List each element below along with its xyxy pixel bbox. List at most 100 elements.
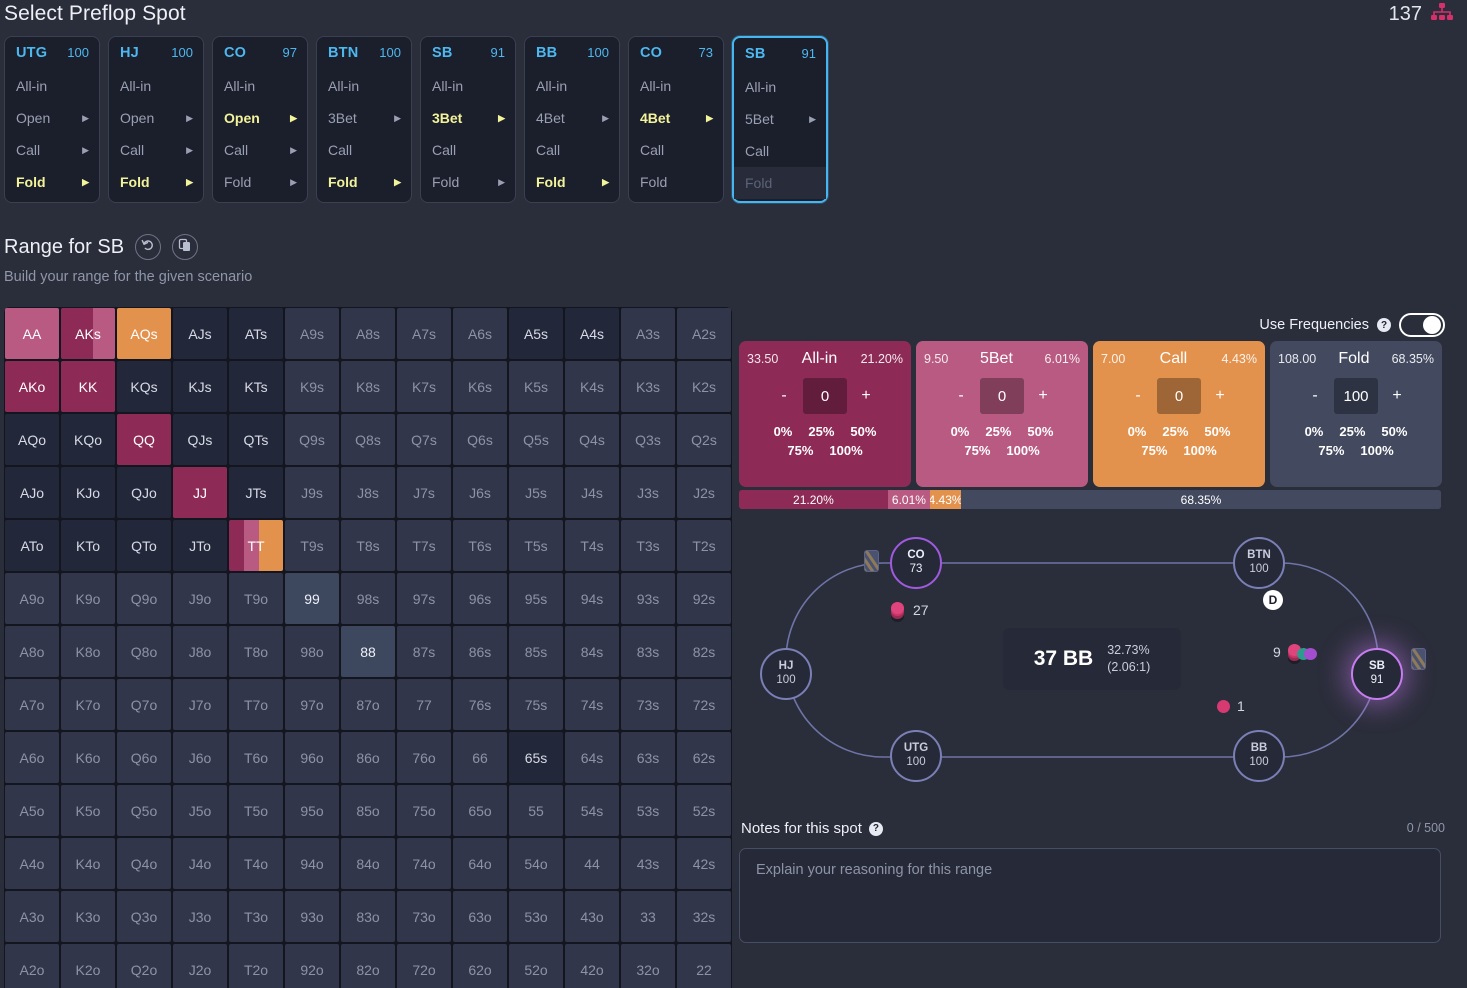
range-cell-72s[interactable]: 72s (677, 679, 731, 730)
frequency-value[interactable]: 0 (980, 378, 1024, 414)
range-cell-K2o[interactable]: K2o (61, 944, 115, 988)
spot-action-call[interactable]: Call▶ (213, 134, 307, 166)
spot-action-fold[interactable]: Fold▶ (317, 166, 411, 198)
spot-action-call[interactable]: Call▶ (421, 134, 515, 166)
range-cell-J9o[interactable]: J9o (173, 573, 227, 624)
quick-percent-50[interactable]: 50% (1027, 424, 1053, 439)
range-cell-T6o[interactable]: T6o (229, 732, 283, 783)
range-cell-A3s[interactable]: A3s (621, 308, 675, 359)
range-cell-97s[interactable]: 97s (397, 573, 451, 624)
spot-card-bb-5[interactable]: BB 100 All-in▶ 4Bet ▶ Call▶ Fold ▶ (524, 36, 620, 203)
range-cell-72o[interactable]: 72o (397, 944, 451, 988)
range-cell-62s[interactable]: 62s (677, 732, 731, 783)
range-cell-Q2o[interactable]: Q2o (117, 944, 171, 988)
table-seat-utg[interactable]: UTG 100 (890, 730, 942, 782)
range-cell-T2s[interactable]: T2s (677, 520, 731, 571)
spot-action-fold[interactable]: Fold▶ (629, 166, 723, 198)
range-cell-76o[interactable]: 76o (397, 732, 451, 783)
range-cell-K8s[interactable]: K8s (341, 361, 395, 412)
range-cell-J7o[interactable]: J7o (173, 679, 227, 730)
spot-action-fold[interactable]: Fold▶ (421, 166, 515, 198)
spot-action-3bet[interactable]: 3Bet ▶ (317, 102, 411, 134)
range-grid[interactable]: AA AKs AQs AJs ATs A9s A8s A7s A6s A5s A4s A3s A2s AK… (4, 307, 732, 988)
range-cell-52s[interactable]: 52s (677, 785, 731, 836)
range-cell-A4o[interactable]: A4o (5, 838, 59, 889)
range-cell-K3s[interactable]: K3s (621, 361, 675, 412)
range-cell-J3s[interactable]: J3s (621, 467, 675, 518)
range-cell-J3o[interactable]: J3o (173, 891, 227, 942)
range-cell-63s[interactable]: 63s (621, 732, 675, 783)
spot-card-utg-0[interactable]: UTG 100 All-in▶ Open ▶ Call ▶ Fold ▶ (4, 36, 100, 203)
quick-percent-75[interactable]: 75% (1141, 443, 1167, 458)
spot-action-fold[interactable]: Fold▶ (109, 166, 203, 198)
spot-action-4bet[interactable]: 4Bet ▶ (629, 102, 723, 134)
quick-percent-75[interactable]: 75% (964, 443, 990, 458)
range-cell-83s[interactable]: 83s (621, 626, 675, 677)
range-cell-T8o[interactable]: T8o (229, 626, 283, 677)
range-cell-KK[interactable]: KK (61, 361, 115, 412)
range-cell-Q7o[interactable]: Q7o (117, 679, 171, 730)
range-cell-85o[interactable]: 85o (341, 785, 395, 836)
range-cell-A6o[interactable]: A6o (5, 732, 59, 783)
range-cell-K5o[interactable]: K5o (61, 785, 115, 836)
range-cell-A9s[interactable]: A9s (285, 308, 339, 359)
range-cell-T8s[interactable]: T8s (341, 520, 395, 571)
range-cell-K6s[interactable]: K6s (453, 361, 507, 412)
range-cell-A7o[interactable]: A7o (5, 679, 59, 730)
range-cell-KJo[interactable]: KJo (61, 467, 115, 518)
table-seat-hj[interactable]: HJ 100 (760, 648, 812, 700)
range-cell-KTo[interactable]: KTo (61, 520, 115, 571)
spot-action-call[interactable]: Call▶ (317, 134, 411, 166)
range-cell-K4o[interactable]: K4o (61, 838, 115, 889)
spot-action-fold[interactable]: Fold▶ (213, 166, 307, 198)
range-cell-Q3s[interactable]: Q3s (621, 414, 675, 465)
range-cell-QTs[interactable]: QTs (229, 414, 283, 465)
range-cell-32o[interactable]: 32o (621, 944, 675, 988)
range-cell-KJs[interactable]: KJs (173, 361, 227, 412)
range-cell-54o[interactable]: 54o (509, 838, 563, 889)
range-cell-K9o[interactable]: K9o (61, 573, 115, 624)
range-cell-93s[interactable]: 93s (621, 573, 675, 624)
spot-action-4bet[interactable]: 4Bet ▶ (525, 102, 619, 134)
range-cell-87o[interactable]: 87o (341, 679, 395, 730)
range-cell-T6s[interactable]: T6s (453, 520, 507, 571)
spot-card-hj-1[interactable]: HJ 100 All-in▶ Open ▶ Call ▶ Fold ▶ (108, 36, 204, 203)
range-cell-T2o[interactable]: T2o (229, 944, 283, 988)
spot-action-all-in[interactable]: All-in▶ (629, 70, 723, 102)
range-cell-Q3o[interactable]: Q3o (117, 891, 171, 942)
range-cell-32s[interactable]: 32s (677, 891, 731, 942)
increment-button[interactable]: + (1391, 387, 1403, 405)
quick-percent-0[interactable]: 0% (774, 424, 793, 439)
range-cell-85s[interactable]: 85s (509, 626, 563, 677)
range-cell-A3o[interactable]: A3o (5, 891, 59, 942)
range-cell-54s[interactable]: 54s (565, 785, 619, 836)
range-cell-T7s[interactable]: T7s (397, 520, 451, 571)
decrement-button[interactable]: - (778, 387, 790, 405)
range-cell-97o[interactable]: 97o (285, 679, 339, 730)
spot-action-open[interactable]: Open ▶ (5, 102, 99, 134)
range-cell-J5o[interactable]: J5o (173, 785, 227, 836)
range-cell-K7s[interactable]: K7s (397, 361, 451, 412)
quick-percent-25[interactable]: 25% (985, 424, 1011, 439)
range-cell-33[interactable]: 33 (621, 891, 675, 942)
range-cell-86s[interactable]: 86s (453, 626, 507, 677)
range-cell-A2o[interactable]: A2o (5, 944, 59, 988)
table-seat-bb[interactable]: BB 100 (1233, 730, 1285, 782)
spot-action-5bet[interactable]: 5Bet ▶ (734, 103, 826, 135)
spot-action-all-in[interactable]: All-in▶ (317, 70, 411, 102)
range-cell-95s[interactable]: 95s (509, 573, 563, 624)
spot-action-call[interactable]: Call▶ (629, 134, 723, 166)
range-cell-64o[interactable]: 64o (453, 838, 507, 889)
decrement-button[interactable]: - (1309, 387, 1321, 405)
range-cell-82s[interactable]: 82s (677, 626, 731, 677)
range-cell-22[interactable]: 22 (677, 944, 731, 988)
range-cell-95o[interactable]: 95o (285, 785, 339, 836)
range-cell-K7o[interactable]: K7o (61, 679, 115, 730)
range-cell-98s[interactable]: 98s (341, 573, 395, 624)
range-cell-A5s[interactable]: A5s (509, 308, 563, 359)
range-cell-Q6s[interactable]: Q6s (453, 414, 507, 465)
range-cell-92o[interactable]: 92o (285, 944, 339, 988)
range-cell-98o[interactable]: 98o (285, 626, 339, 677)
spot-action-call[interactable]: Call▶ (734, 135, 826, 167)
range-cell-Q9s[interactable]: Q9s (285, 414, 339, 465)
